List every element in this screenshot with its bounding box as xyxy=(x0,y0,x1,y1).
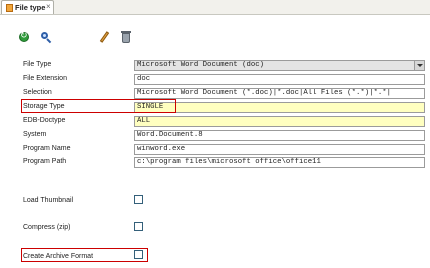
file-extension-field[interactable]: doc xyxy=(134,74,425,85)
chevron-down-icon[interactable] xyxy=(414,61,424,70)
refresh-icon[interactable]: ↻ xyxy=(18,30,30,43)
file-type-label: File Type xyxy=(23,61,52,68)
edb-doctype-label: EDB-Doctype xyxy=(23,117,66,124)
pencil-icon[interactable] xyxy=(98,31,110,43)
program-path-field[interactable]: c:\program files\microsoft office\office… xyxy=(134,157,425,168)
program-name-field[interactable]: winword.exe xyxy=(134,144,425,155)
file-type-value: Microsoft Word Document (doc) xyxy=(137,61,264,69)
storage-type-field[interactable]: SINGLE xyxy=(134,102,425,113)
compress-checkbox[interactable] xyxy=(134,222,143,231)
system-field[interactable]: Word.Document.8 xyxy=(134,130,425,141)
load-thumbnail-label: Load Thumbnail xyxy=(23,197,74,204)
program-path-label: Program Path xyxy=(23,158,67,165)
program-name-label: Program Name xyxy=(23,145,71,152)
archive-format-highlight xyxy=(21,248,148,262)
search-icon[interactable] xyxy=(40,31,52,44)
trash-icon[interactable] xyxy=(120,31,132,43)
file-extension-label: File Extension xyxy=(23,75,67,82)
file-type-dropdown[interactable]: Microsoft Word Document (doc) xyxy=(134,60,425,71)
compress-label: Compress (zip) xyxy=(23,224,71,231)
tab-label: File type xyxy=(15,3,46,12)
file-type-icon xyxy=(6,4,13,12)
selection-label: Selection xyxy=(23,89,52,96)
system-label: System xyxy=(23,131,47,138)
edb-doctype-field[interactable]: ALL xyxy=(134,116,425,127)
tab-file-type[interactable]: File type × xyxy=(1,0,54,14)
tab-bar: File type × xyxy=(0,0,430,15)
load-thumbnail-checkbox[interactable] xyxy=(134,195,143,204)
close-icon[interactable]: × xyxy=(46,2,51,11)
selection-field[interactable]: Microsoft Word Document (*.doc)|*.doc|Al… xyxy=(134,88,425,99)
storage-type-highlight xyxy=(21,99,176,113)
